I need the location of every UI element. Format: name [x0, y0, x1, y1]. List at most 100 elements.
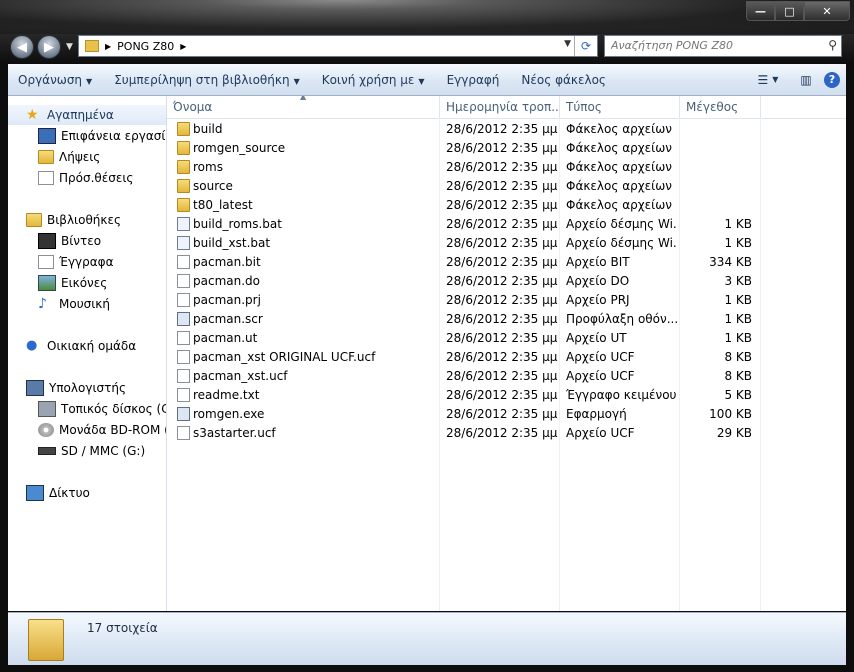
back-button[interactable]: ◀	[10, 35, 34, 59]
nav-item-local-disk[interactable]: Τοπικός δίσκος (C:)	[8, 399, 166, 419]
table-row[interactable]: source 28/6/2012 2:35 μμ Φάκελος αρχείων	[167, 177, 846, 196]
table-row[interactable]: build_roms.bat 28/6/2012 2:35 μμ Αρχείο δέ…	[167, 215, 846, 234]
file-icon	[177, 255, 190, 269]
file-name: t80_latest	[193, 198, 253, 212]
application-icon	[177, 407, 190, 421]
file-type: Αρχείο DO	[566, 274, 630, 288]
column-header-size[interactable]: Μέγεθος	[680, 96, 761, 118]
table-row[interactable]: t80_latest 28/6/2012 2:35 μμ Φάκελος αρχεί…	[167, 196, 846, 215]
file-size	[687, 177, 752, 196]
view-options-button[interactable]: ☰ ▼	[756, 70, 780, 90]
file-type: Αρχείο UCF	[566, 369, 635, 383]
arrow-left-icon: ◀	[17, 39, 27, 55]
table-row[interactable]: s3astarter.ucf 28/6/2012 2:35 μμ Αρχείο UC…	[167, 424, 846, 443]
file-icon	[177, 426, 190, 440]
table-row[interactable]: romgen.exe 28/6/2012 2:35 μμ Εφαρμογή 100 K…	[167, 405, 846, 424]
table-row[interactable]: pacman.prj 28/6/2012 2:35 μμ Αρχείο PRJ 1 K…	[167, 291, 846, 310]
file-name: pacman.do	[193, 274, 260, 288]
nav-item-sd-mmc[interactable]: SD / MMC (G:)	[8, 441, 166, 461]
nav-label: Αγαπημένα	[47, 108, 114, 122]
address-bar[interactable]: ▶ PONG Z80 ▶ ▼ ⟳	[78, 35, 598, 57]
column-header-type[interactable]: Τύπος	[560, 96, 680, 118]
file-date: 28/6/2012 2:35 μμ	[446, 312, 558, 326]
table-row[interactable]: pacman.scr 28/6/2012 2:35 μμ Προφύλαξη οθό…	[167, 310, 846, 329]
burn-button[interactable]: Εγγραφή	[437, 73, 512, 87]
recent-pages-dropdown[interactable]: ▼	[66, 42, 73, 52]
file-type: Εφαρμογή	[566, 407, 627, 421]
breadcrumb[interactable]: PONG Z80	[117, 40, 174, 53]
file-date: 28/6/2012 2:35 μμ	[446, 179, 558, 193]
nav-item-desktop[interactable]: Επιφάνεια εργασίας	[8, 126, 166, 146]
include-in-library-button[interactable]: Συμπερίληψη στη βιβλιοθήκη ▼	[104, 73, 312, 87]
organize-button[interactable]: Οργάνωση ▼	[8, 73, 104, 87]
search-input[interactable]	[605, 36, 811, 54]
optical-disc-icon	[38, 423, 54, 437]
search-icon[interactable]: ⚲	[828, 38, 837, 52]
file-icon	[177, 274, 190, 288]
toolbar-right: ☰ ▼ ▥ ?	[756, 64, 846, 95]
nav-item-network[interactable]: Δίκτυο	[8, 483, 166, 503]
maximize-button[interactable]: □	[775, 1, 804, 21]
file-date: 28/6/2012 2:35 μμ	[446, 274, 558, 288]
nav-label: Υπολογιστής	[49, 381, 126, 395]
nav-item-videos[interactable]: Βίντεο	[8, 231, 166, 251]
column-header-date[interactable]: Ημερομηνία τροπ...	[440, 96, 560, 118]
file-type: Αρχείο UCF	[566, 426, 635, 440]
file-icon	[177, 331, 190, 345]
nav-item-downloads[interactable]: Λήψεις	[8, 147, 166, 167]
chevron-right-icon[interactable]: ▶	[105, 42, 111, 51]
close-button[interactable]: ✕	[804, 1, 850, 21]
table-row[interactable]: pacman.do 28/6/2012 2:35 μμ Αρχείο DO 3 KB	[167, 272, 846, 291]
file-type: Φάκελος αρχείων	[566, 141, 672, 155]
file-type: Αρχείο BIT	[566, 255, 630, 269]
forward-button[interactable]: ▶	[37, 35, 61, 59]
nav-item-homegroup[interactable]: ● Οικιακή ομάδα	[8, 336, 166, 356]
nav-item-computer[interactable]: Υπολογιστής	[8, 378, 166, 398]
command-bar: Οργάνωση ▼ Συμπερίληψη στη βιβλιοθήκη ▼ Κο…	[8, 64, 846, 96]
file-size: 1 KB	[724, 312, 752, 326]
file-date: 28/6/2012 2:35 μμ	[446, 350, 558, 364]
desktop-icon	[38, 128, 56, 144]
chevron-right-icon[interactable]: ▶	[180, 42, 186, 51]
nav-item-documents[interactable]: Έγγραφα	[8, 252, 166, 272]
table-row[interactable]: pacman.ut 28/6/2012 2:35 μμ Αρχείο UT 1 KB	[167, 329, 846, 348]
file-size: 1 KB	[724, 293, 752, 307]
search-box[interactable]: ⚲	[604, 35, 842, 57]
nav-item-music[interactable]: ♪ Μουσική	[8, 294, 166, 314]
nav-item-recent[interactable]: Πρόσ.θέσεις	[8, 168, 166, 188]
file-icon	[177, 369, 190, 383]
share-with-button[interactable]: Κοινή χρήση με ▼	[312, 73, 437, 87]
table-row[interactable]: build 28/6/2012 2:35 μμ Φάκελος αρχείων	[167, 120, 846, 139]
file-date: 28/6/2012 2:35 μμ	[446, 255, 558, 269]
table-row[interactable]: pacman_xst ORIGINAL UCF.ucf 28/6/2012 2:3…	[167, 348, 846, 367]
help-button[interactable]: ?	[824, 71, 840, 88]
file-name: pacman_xst ORIGINAL UCF.ucf	[193, 350, 376, 364]
address-dropdown-icon[interactable]: ▼	[564, 39, 571, 49]
nav-item-bd-rom[interactable]: Μονάδα BD-ROM (F	[8, 420, 167, 440]
file-type: Αρχείο δέσμης Wi...	[566, 236, 678, 250]
new-folder-button[interactable]: Νέος φάκελος	[511, 73, 618, 87]
file-type: Φάκελος αρχείων	[566, 179, 672, 193]
title-bar-background	[0, 0, 854, 34]
file-type: Φάκελος αρχείων	[566, 160, 672, 174]
table-row[interactable]: pacman_xst.ucf 28/6/2012 2:35 μμ Αρχείο UC…	[167, 367, 846, 386]
arrow-right-icon: ▶	[44, 39, 54, 55]
table-row[interactable]: romgen_source 28/6/2012 2:35 μμ Φάκελος αρ…	[167, 139, 846, 158]
table-row[interactable]: build_xst.bat 28/6/2012 2:35 μμ Αρχείο δέσ…	[167, 234, 846, 253]
file-type: Προφύλαξη οθόν...	[566, 312, 678, 326]
share-with-label: Κοινή χρήση με	[321, 72, 415, 87]
nav-item-favorites[interactable]: ★ Αγαπημένα	[8, 105, 166, 125]
nav-item-libraries[interactable]: Βιβλιοθήκες	[8, 210, 166, 230]
minimize-button[interactable]: —	[746, 1, 775, 21]
table-row[interactable]: roms 28/6/2012 2:35 μμ Φάκελος αρχείων	[167, 158, 846, 177]
table-row[interactable]: pacman.bit 28/6/2012 2:35 μμ Αρχείο BIT 334…	[167, 253, 846, 272]
table-row[interactable]: readme.txt 28/6/2012 2:35 μμ Έγγραφο κειμέ…	[167, 386, 846, 405]
file-type: Έγγραφο κειμένου	[566, 388, 677, 402]
nav-item-pictures[interactable]: Εικόνες	[8, 273, 166, 293]
nav-label: Μονάδα BD-ROM (F	[59, 423, 167, 437]
chevron-down-icon: ▼	[86, 76, 93, 86]
preview-pane-button[interactable]: ▥	[794, 70, 818, 90]
file-date: 28/6/2012 2:35 μμ	[446, 293, 558, 307]
refresh-button[interactable]: ⟳	[574, 36, 597, 56]
folder-icon	[177, 122, 190, 136]
